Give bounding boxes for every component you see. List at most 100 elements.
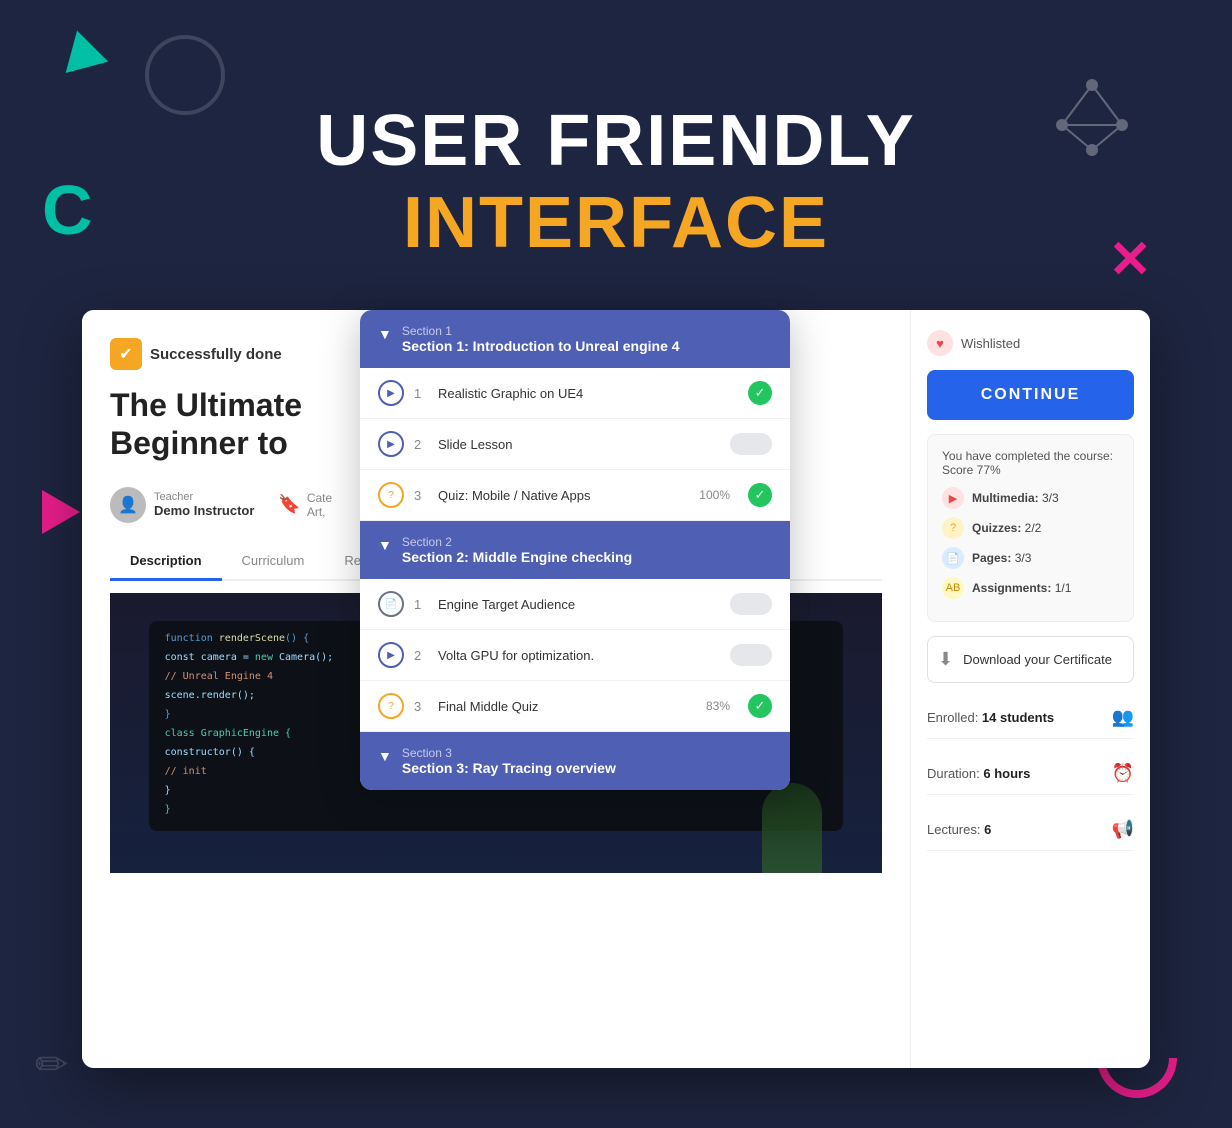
category-info: 🔖 CateArt, [278,491,332,519]
continue-button[interactable]: CONTINUE [927,370,1134,420]
lesson-quiz-icon: ? [378,482,404,508]
pages-icon: 📄 [942,547,964,569]
lesson-video-icon: ▶ [378,380,404,406]
instructor-name: Demo Instructor [154,503,254,518]
enrolled-info: Enrolled: 14 students [927,709,1054,727]
lesson-num: 1 [414,386,428,401]
lesson-name-2: Slide Lesson [438,437,720,452]
quizzes-stat: Quizzes: 2/2 [972,521,1041,535]
avatar: 👤 [110,487,146,523]
duration-value: 6 hours [983,766,1030,781]
assignments-icon: AB [942,577,964,599]
lesson-num-23: 3 [414,699,428,714]
multimedia-icon: ▶ [942,487,964,509]
lesson-score-23: 83% [706,699,730,713]
section3-label: Section 3 [402,746,616,760]
enrolled-value: 14 students [982,710,1054,725]
lesson-name-21: Engine Target Audience [438,597,720,612]
lectures-row: Lectures: 6 📢 [927,809,1134,851]
section1-header[interactable]: ▼ Section 1 Section 1: Introduction to U… [360,310,790,368]
lesson-1-2[interactable]: ▶ 2 Slide Lesson [360,419,790,470]
lesson-2-3[interactable]: ? 3 Final Middle Quiz 83% ✓ [360,681,790,732]
section2-title: Section 2: Middle Engine checking [402,549,632,565]
download-icon: ⬇ [938,649,953,670]
bookmark-icon: 🔖 [278,494,300,515]
duration-icon: ⏰ [1112,763,1134,784]
lesson-complete-icon: ✓ [748,381,772,405]
lesson-num-2: 2 [414,437,428,452]
success-icon: ✔ [110,338,142,370]
section2-header[interactable]: ▼ Section 2 Section 2: Middle Engine che… [360,521,790,579]
completion-title: You have completed the course: Score 77% [942,449,1119,477]
lesson-page-icon: 📄 [378,591,404,617]
pages-stat: Pages: 3/3 [972,551,1031,565]
lectures-icon: 📢 [1112,819,1134,840]
section3-header[interactable]: ▼ Section 3 Section 3: Ray Tracing overv… [360,732,790,790]
stat-row-assignments: AB Assignments: 1/1 [942,577,1119,599]
triangle-green-decor [56,25,108,73]
lesson-complete-icon-23: ✓ [748,694,772,718]
lesson-toggle-21[interactable] [730,593,772,615]
wishlist-row: ♥ Wishlisted [927,330,1134,356]
hero-title-line2: INTERFACE [0,182,1232,264]
lesson-name-23: Final Middle Quiz [438,699,696,714]
enrolled-row: Enrolled: 14 students 👥 [927,697,1134,739]
lesson-2-2[interactable]: ▶ 2 Volta GPU for optimization. [360,630,790,681]
assignments-stat: Assignments: 1/1 [972,581,1071,595]
instructor-label: Teacher [154,491,254,503]
lesson-name-22: Volta GPU for optimization. [438,648,720,663]
stat-row-quizzes: ? Quizzes: 2/2 [942,517,1119,539]
lesson-video-icon-22: ▶ [378,642,404,668]
duration-row: Duration: 6 hours ⏰ [927,753,1134,795]
section2-chevron-icon: ▼ [378,537,392,553]
stat-row-pages: 📄 Pages: 3/3 [942,547,1119,569]
enrolled-icon: 👥 [1112,707,1134,728]
lesson-video-icon-2: ▶ [378,431,404,457]
section1-label: Section 1 [402,324,680,338]
section3-header-text: Section 3 Section 3: Ray Tracing overvie… [402,746,616,776]
lectures-label: Lectures: [927,822,984,837]
curriculum-dropdown: ▼ Section 1 Section 1: Introduction to U… [360,310,790,790]
lectures-value: 6 [984,822,991,837]
section1-title: Section 1: Introduction to Unreal engine… [402,338,680,354]
lesson-score-3: 100% [699,488,730,502]
stat-row-multimedia: ▶ Multimedia: 3/3 [942,487,1119,509]
heart-icon: ♥ [927,330,953,356]
cert-text: Download your Certificate [963,652,1112,667]
lesson-num-22: 2 [414,648,428,663]
section3-chevron-icon: ▼ [378,748,392,764]
instructor-info: Teacher Demo Instructor [154,491,254,518]
category-text: CateArt, [307,491,332,519]
hero-title-line1: USER FRIENDLY [0,100,1232,182]
duration-label: Duration: [927,766,983,781]
lesson-1-1[interactable]: ▶ 1 Realistic Graphic on UE4 ✓ [360,368,790,419]
duration-info: Duration: 6 hours [927,765,1030,783]
lesson-num-21: 1 [414,597,428,612]
right-panel: ♥ Wishlisted CONTINUE You have completed… [910,310,1150,1068]
lectures-info: Lectures: 6 [927,821,991,839]
quiz-icon: ? [942,517,964,539]
lesson-quiz-icon-23: ? [378,693,404,719]
lesson-name-3: Quiz: Mobile / Native Apps [438,488,689,503]
enrolled-label: Enrolled: [927,710,982,725]
section2-header-text: Section 2 Section 2: Middle Engine check… [402,535,632,565]
section2-label: Section 2 [402,535,632,549]
lesson-complete-icon-3: ✓ [748,483,772,507]
cert-button[interactable]: ⬇ Download your Certificate [927,636,1134,683]
section3-title: Section 3: Ray Tracing overview [402,760,616,776]
section1-header-text: Section 1 Section 1: Introduction to Unr… [402,324,680,354]
lesson-num-3: 3 [414,488,428,503]
pencil-decor: ✏ [35,1042,69,1088]
lesson-toggle-2[interactable] [730,433,772,455]
lesson-name: Realistic Graphic on UE4 [438,386,738,401]
hero-section: USER FRIENDLY INTERFACE [0,100,1232,264]
lesson-1-3[interactable]: ? 3 Quiz: Mobile / Native Apps 100% ✓ [360,470,790,521]
wishlist-text: Wishlisted [961,336,1020,351]
lesson-2-1[interactable]: 📄 1 Engine Target Audience [360,579,790,630]
lesson-toggle-22[interactable] [730,644,772,666]
success-text: Successfully done [150,346,282,363]
tab-curriculum[interactable]: Curriculum [222,543,325,581]
tab-description[interactable]: Description [110,543,222,581]
completion-box: You have completed the course: Score 77%… [927,434,1134,622]
section1-chevron-icon: ▼ [378,326,392,342]
